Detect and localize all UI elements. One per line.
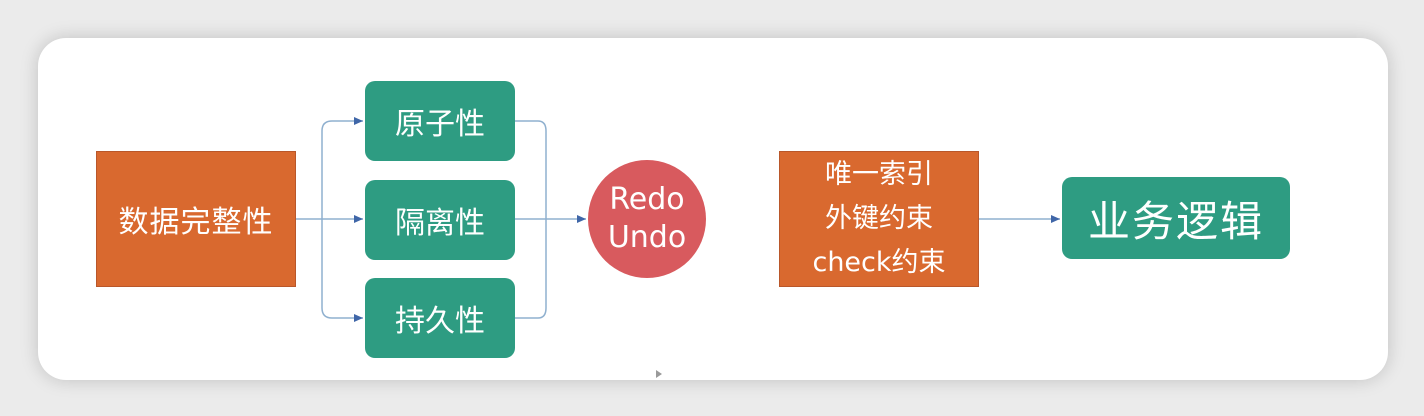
redo-label: Redo xyxy=(609,182,685,217)
isolation-label: 隔离性 xyxy=(395,206,485,241)
cursor-icon xyxy=(656,370,662,378)
constraints-node: 唯一索引 外键约束 check约束 xyxy=(779,151,979,287)
connector-to-atomicity xyxy=(321,117,363,219)
durability-node: 持久性 xyxy=(365,278,515,358)
connector-from-durability xyxy=(515,219,547,319)
connector-to-durability xyxy=(321,219,363,322)
unique-index-label: 唯一索引 xyxy=(825,159,933,190)
business-logic-label: 业务逻辑 xyxy=(1087,196,1264,246)
atomicity-node: 原子性 xyxy=(365,81,515,161)
integrity-node: 数据完整性 xyxy=(96,151,296,287)
foreign-key-label: 外键约束 xyxy=(825,203,933,234)
redo-undo-node: Redo Undo xyxy=(588,160,706,278)
durability-label: 持久性 xyxy=(395,304,485,339)
business-logic-node: 业务逻辑 xyxy=(1062,177,1290,259)
isolation-node: 隔离性 xyxy=(365,180,515,260)
undo-label: Undo xyxy=(607,220,687,255)
integrity-label: 数据完整性 xyxy=(118,205,274,240)
connector-from-atomicity xyxy=(515,120,547,219)
check-constraint-label: check约束 xyxy=(812,247,946,278)
atomicity-label: 原子性 xyxy=(395,107,485,142)
